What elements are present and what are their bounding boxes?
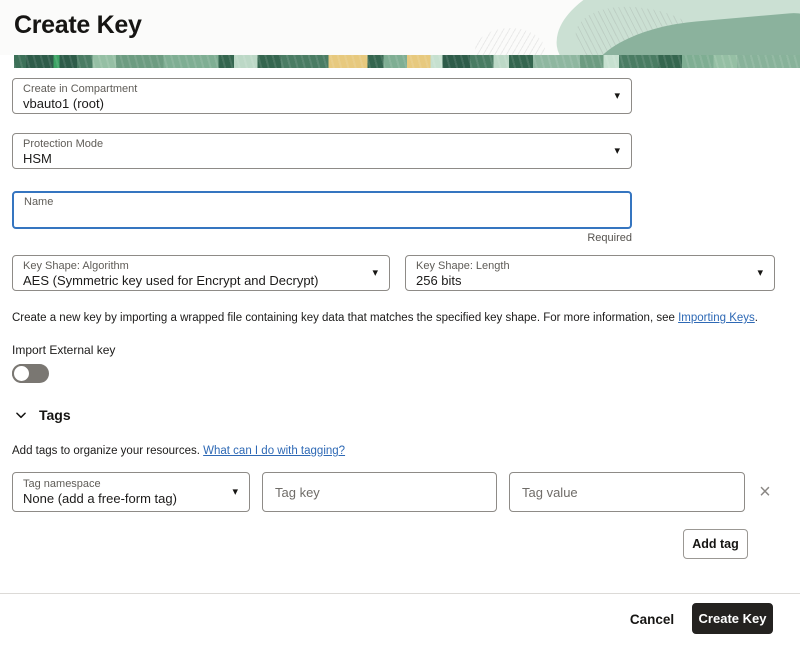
length-label: Key Shape: Length	[416, 260, 748, 273]
compartment-select[interactable]: Create in Compartment vbauto1 (root) ▾	[12, 78, 632, 114]
import-info-text: Create a new key by importing a wrapped …	[12, 312, 782, 324]
chevron-down-icon	[14, 408, 28, 422]
tag-namespace-select[interactable]: Tag namespace None (add a free-form tag)…	[12, 472, 250, 512]
chevron-down-icon: ▾	[232, 486, 238, 498]
remove-tag-row-icon[interactable]: ×	[752, 478, 778, 506]
tag-value-input[interactable]	[509, 472, 745, 512]
tags-description: Add tags to organize your resources. Wha…	[12, 445, 345, 457]
import-external-key-toggle[interactable]	[12, 364, 49, 383]
footer-divider	[0, 593, 800, 594]
tag-namespace-label: Tag namespace	[23, 478, 223, 491]
key-shape-length-select[interactable]: Key Shape: Length 256 bits ▾	[405, 255, 775, 291]
tag-namespace-value: None (add a free-form tag)	[23, 491, 223, 507]
importing-keys-link[interactable]: Importing Keys	[678, 312, 755, 324]
add-tag-button[interactable]: Add tag	[683, 529, 748, 559]
key-shape-algorithm-select[interactable]: Key Shape: Algorithm AES (Symmetric key …	[12, 255, 390, 291]
create-key-dialog: Create Key Create in Compartment vbauto1…	[0, 0, 800, 648]
tag-key-input[interactable]	[262, 472, 497, 512]
compartment-value: vbauto1 (root)	[23, 96, 605, 112]
decorative-line-pattern-small	[475, 28, 545, 55]
tagging-help-link[interactable]: What can I do with tagging?	[203, 445, 345, 457]
decorative-green-band	[14, 55, 800, 68]
chevron-down-icon: ▾	[614, 90, 620, 102]
algorithm-value: AES (Symmetric key used for Encrypt and …	[23, 273, 363, 289]
protection-mode-label: Protection Mode	[23, 138, 605, 151]
tags-section-header[interactable]: Tags	[14, 405, 71, 425]
protection-mode-value: HSM	[23, 151, 605, 167]
length-value: 256 bits	[416, 273, 748, 289]
create-key-button[interactable]: Create Key	[692, 603, 773, 634]
required-hint: Required	[12, 232, 632, 244]
import-info-before: Create a new key by importing a wrapped …	[12, 312, 678, 324]
chevron-down-icon: ▾	[757, 267, 763, 279]
name-field[interactable]: Name	[12, 191, 632, 229]
algorithm-label: Key Shape: Algorithm	[23, 260, 363, 273]
chevron-down-icon: ▾	[372, 267, 378, 279]
cancel-button[interactable]: Cancel	[620, 604, 684, 634]
compartment-label: Create in Compartment	[23, 83, 605, 96]
chevron-down-icon: ▾	[614, 145, 620, 157]
import-info-after: .	[755, 312, 758, 324]
name-input[interactable]	[24, 209, 620, 225]
page-title: Create Key	[14, 11, 142, 40]
name-label: Name	[24, 196, 620, 209]
dialog-header: Create Key	[0, 0, 800, 55]
import-external-key-label: Import External key	[12, 343, 115, 357]
protection-mode-select[interactable]: Protection Mode HSM ▾	[12, 133, 632, 169]
tags-description-text: Add tags to organize your resources.	[12, 445, 203, 457]
tags-section-title: Tags	[39, 407, 71, 423]
toggle-knob	[12, 364, 31, 383]
